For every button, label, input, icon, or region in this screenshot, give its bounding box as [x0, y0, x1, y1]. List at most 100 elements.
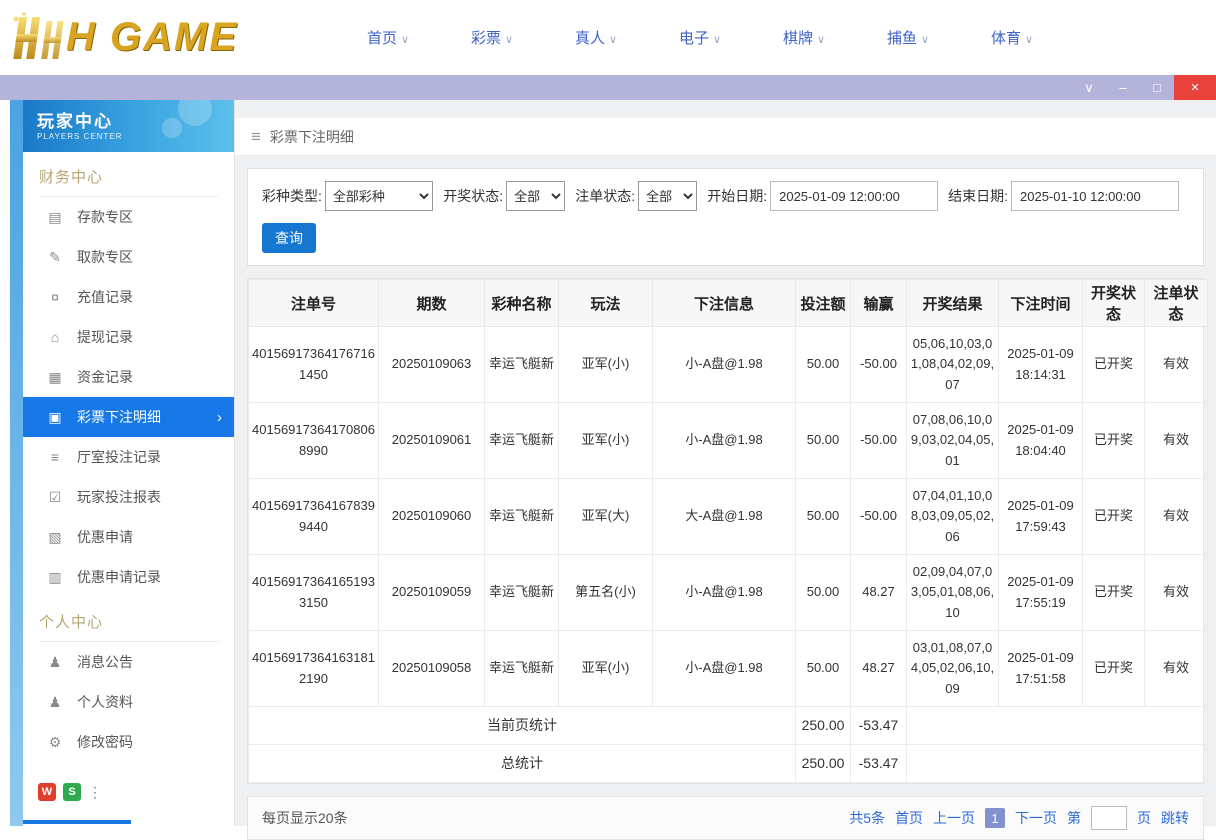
- bets-table-card: 注单号 期数 彩种名称 玩法 下注信息 投注额 输赢 开奖结果 下注时间 开奖状态 注单状态 401…: [247, 278, 1208, 784]
- summary-amount: 250.00: [795, 744, 851, 783]
- sidebar-item-withdraw[interactable]: ✎ 取款专区: [23, 237, 234, 277]
- page-summary-row: 当前页统计 250.00 -53.47: [248, 706, 1208, 745]
- nav-item-label: 棋牌: [782, 30, 813, 47]
- sidebar-item-lottery[interactable]: ▣ 彩票下注明细 ›: [23, 397, 234, 437]
- cell-name: 幸运飞艇新: [484, 630, 559, 707]
- cell-play: 亚军(小): [558, 402, 653, 479]
- nav-item-label: 首页: [366, 30, 397, 47]
- sidebar-item-report[interactable]: ☑ 玩家投注报表: [23, 477, 234, 517]
- next-page-link[interactable]: 下一页: [1015, 808, 1057, 828]
- cell-info: 大-A盘@1.98: [652, 478, 796, 555]
- cell-id: 401569173641767161450: [248, 326, 379, 403]
- first-page-link[interactable]: 首页: [895, 808, 923, 828]
- nav-item-label: 捕鱼: [886, 30, 917, 47]
- current-page-button[interactable]: 1: [985, 808, 1005, 828]
- sidebar-item-profile[interactable]: ♟ 个人资料: [23, 682, 234, 722]
- column-header: 注单号: [248, 279, 379, 327]
- cell-name: 幸运飞艇新: [484, 554, 559, 631]
- message-icon: ♟: [48, 653, 62, 670]
- menu-hamburger-icon[interactable]: ≡: [251, 127, 261, 147]
- chevron-down-icon: ∨: [400, 34, 410, 46]
- cell-draw-status: 已开奖: [1082, 554, 1145, 631]
- cell-info: 小-A盘@1.98: [652, 326, 796, 403]
- window-maximize-button[interactable]: □: [1140, 75, 1174, 100]
- table-row: 401569173641651933150 20250109059 幸运飞艇新 第五名…: [248, 554, 1208, 631]
- nav-item-7[interactable]: 体育 ∨: [960, 27, 1064, 48]
- top-header: H GAME 首页 ∨ 彩票 ∨ 真人 ∨ 电子 ∨ 棋牌 ∨ 捕鱼 ∨ 体育 ∨: [0, 0, 1216, 75]
- lottery-type-select[interactable]: 全部彩种: [324, 181, 434, 211]
- nav-item-3[interactable]: 真人 ∨: [544, 27, 648, 48]
- pagination-controls: 共5条 首页 上一页 1 下一页 第 页 跳转: [849, 806, 1189, 830]
- nav-item-4[interactable]: 电子 ∨: [648, 27, 752, 48]
- chevron-down-icon: ∨: [504, 34, 514, 46]
- sidebar-item-cashout[interactable]: ⌂ 提现记录: [23, 317, 234, 357]
- sidebar-item-deposit[interactable]: ▤ 存款专区: [23, 197, 234, 237]
- window-minimize-button[interactable]: –: [1106, 75, 1140, 100]
- cell-amount: 50.00: [795, 554, 851, 631]
- sidebar-item-funds[interactable]: ▦ 资金记录: [23, 357, 234, 397]
- cell-status: 有效: [1144, 630, 1208, 707]
- cell-winloss: 48.27: [850, 630, 907, 707]
- summary-winloss: -53.47: [850, 706, 907, 745]
- sidebar-item-recharge[interactable]: ¤ 充值记录: [23, 277, 234, 317]
- more-dots-icon[interactable]: ⋮: [88, 784, 102, 801]
- cell-winloss: -50.00: [850, 478, 907, 555]
- sidebar-item-label: 提现记录: [77, 329, 133, 345]
- nav-item-2[interactable]: 彩票 ∨: [440, 27, 544, 48]
- sidebar-item-promo-record[interactable]: ▥ 优惠申请记录: [23, 557, 234, 597]
- main-content: ≡ 彩票下注明细 彩种类型: 全部彩种 开奖状态: 全部 注单状态: 全部 开始…: [235, 100, 1216, 840]
- jump-page-input[interactable]: [1091, 806, 1127, 830]
- page-title: 彩票下注明细: [269, 128, 354, 145]
- window-dropdown-chevron-icon[interactable]: ∨: [1072, 75, 1106, 100]
- sidebar-header: 玩家中心 PLAYERS CENTER: [23, 100, 234, 152]
- cell-result: 05,06,10,03,01,08,04,02,09,07: [906, 326, 999, 403]
- summary-winloss: -53.47: [850, 744, 907, 783]
- site-logo[interactable]: H GAME: [8, 11, 288, 65]
- per-page-text: 每页显示20条: [262, 810, 348, 826]
- start-date-input[interactable]: [770, 181, 939, 211]
- sidebar-item-label: 资金记录: [77, 369, 133, 385]
- sidebar-bottom-bar: [23, 820, 131, 824]
- sidebar-item-message[interactable]: ♟ 消息公告: [23, 642, 234, 682]
- prev-page-link[interactable]: 上一页: [933, 808, 975, 828]
- chevron-down-icon: ∨: [920, 34, 930, 46]
- total-summary-row: 总统计 250.00 -53.47: [248, 744, 1208, 783]
- summary-empty: [906, 706, 1208, 745]
- bet-status-select[interactable]: 全部: [638, 181, 698, 211]
- nav-item-6[interactable]: 捕鱼 ∨: [856, 27, 960, 48]
- end-date-input[interactable]: [1011, 181, 1179, 211]
- summary-amount: 250.00: [795, 706, 851, 745]
- cell-id: 401569173641708068990: [248, 402, 379, 479]
- cell-play: 第五名(小): [558, 554, 653, 631]
- search-button[interactable]: 查询: [262, 223, 316, 253]
- nav-item-1[interactable]: 首页 ∨: [336, 27, 440, 48]
- floating-toolbar: W S ⋮: [38, 783, 102, 801]
- wps-spreadsheet-icon[interactable]: S: [63, 783, 81, 801]
- table-row: 401569173641708068990 20250109061 幸运飞艇新 亚军(…: [248, 402, 1208, 479]
- cell-time: 2025-01-09 17:55:19: [998, 554, 1083, 631]
- cell-status: 有效: [1144, 326, 1208, 403]
- wps-writer-icon[interactable]: W: [38, 783, 56, 801]
- draw-status-label: 开奖状态:: [443, 188, 504, 204]
- column-header: 投注额: [795, 279, 851, 327]
- cell-id: 401569173641651933150: [248, 554, 379, 631]
- bet-status-label: 注单状态:: [575, 188, 636, 204]
- cell-play: 亚军(小): [558, 630, 653, 707]
- column-header: 期数: [378, 279, 485, 327]
- column-header: 玩法: [558, 279, 653, 327]
- nav-item-5[interactable]: 棋牌 ∨: [752, 27, 856, 48]
- cell-winloss: 48.27: [850, 554, 907, 631]
- withdraw-icon: ✎: [49, 248, 61, 265]
- sidebar-item-label: 彩票下注明细: [77, 409, 161, 425]
- sidebar-item-promo[interactable]: ▧ 优惠申请: [23, 517, 234, 557]
- sidebar-item-hall[interactable]: ≡ 厅室投注记录: [23, 437, 234, 477]
- cell-info: 小-A盘@1.98: [652, 554, 796, 631]
- sidebar-item-password[interactable]: ⚙ 修改密码: [23, 722, 234, 762]
- window-close-button[interactable]: ×: [1174, 75, 1216, 100]
- cell-id: 401569173641678399440: [248, 478, 379, 555]
- summary-label: 总统计: [248, 744, 796, 783]
- sidebar-sections: 财务中心 ▤ 存款专区 ✎ 取款专区 ¤ 充值记录 ⌂ 提现记录 ▦ 资金记录 ▣ 彩票下注明细 › ≡ 厅室…: [23, 166, 234, 762]
- draw-status-select[interactable]: 全部: [506, 181, 566, 211]
- jump-button[interactable]: 跳转: [1161, 808, 1189, 828]
- window-frame-strip: [10, 100, 23, 826]
